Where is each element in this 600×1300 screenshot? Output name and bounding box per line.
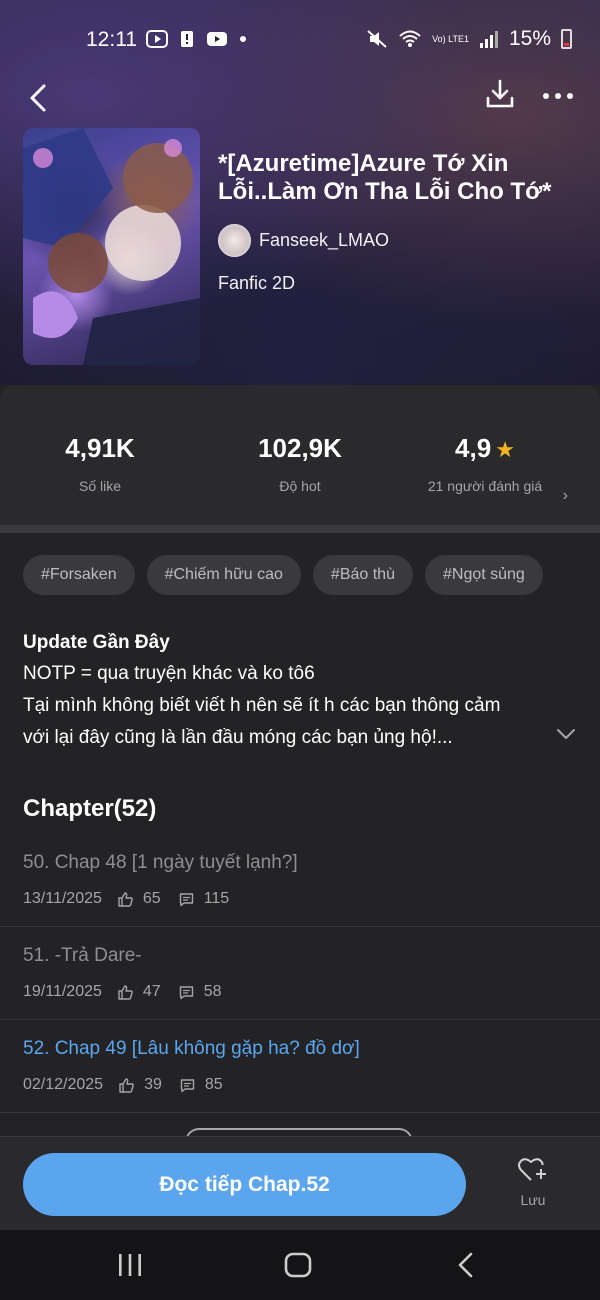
recent-update[interactable]: Update Gần Đây NOTP = qua truyện khác và… bbox=[23, 632, 563, 750]
status-bar: 12:11 Vo) LTE1 15% bbox=[0, 0, 600, 78]
book-genre: Fanfic 2D bbox=[218, 273, 296, 293]
back-button[interactable] bbox=[20, 80, 56, 116]
chapter-title: 52. Chap 49 [Lâu không gặp ha? đồ dơ] bbox=[23, 1038, 360, 1059]
rating-value: 4,9 bbox=[455, 433, 492, 463]
rating-label: 21 người đánh giá bbox=[427, 478, 543, 494]
chapter-date: 19/11/2025 bbox=[23, 983, 102, 1000]
youtube-icon bbox=[207, 32, 227, 46]
star-icon: ★ bbox=[495, 437, 515, 462]
comment-icon bbox=[180, 1078, 195, 1092]
save-button[interactable]: Lưu bbox=[508, 1157, 558, 1217]
chapter-date: 02/12/2025 bbox=[23, 1076, 104, 1093]
download-button[interactable] bbox=[484, 78, 520, 114]
stat-hot: 102,9K Độ hot bbox=[200, 433, 400, 495]
comment-icon bbox=[179, 892, 193, 906]
book-title: *[Azuretime]Azure Tớ Xin Lỗi..Làm Ơn Tha… bbox=[218, 150, 552, 205]
chapter-item[interactable]: 52. Chap 49 [Lâu không gặp ha? đồ dơ] 02… bbox=[0, 1020, 600, 1113]
network-label: Vo) LTE1 bbox=[432, 33, 469, 44]
dot-icon bbox=[240, 36, 246, 42]
bottom-action-bar: Đọc tiếp Chap.52 Lưu bbox=[0, 1136, 600, 1230]
chapter-title: 51. -Trả Dare- bbox=[23, 945, 142, 966]
continue-reading-button[interactable]: Đọc tiếp Chap.52 bbox=[23, 1153, 466, 1216]
top-bar bbox=[0, 78, 600, 118]
system-status: Vo) LTE1 15% bbox=[366, 27, 572, 51]
media-player-icon bbox=[146, 30, 168, 48]
chapter-likes: 65 bbox=[142, 890, 161, 907]
chevron-down-icon[interactable] bbox=[556, 726, 576, 742]
mute-icon bbox=[367, 30, 387, 48]
tag-chip[interactable]: #Báo thù bbox=[312, 555, 413, 595]
tag-chip[interactable]: #Forsaken bbox=[23, 555, 135, 595]
recent-apps-icon bbox=[119, 1254, 141, 1276]
stat-likes: 4,91K Số like bbox=[0, 433, 200, 495]
hot-label: Độ hot bbox=[279, 478, 321, 494]
author-avatar[interactable] bbox=[218, 224, 251, 257]
chapter-meta: 19/11/2025 47 58 bbox=[23, 983, 221, 1001]
chapter-comments: 58 bbox=[203, 983, 222, 1000]
tag-chip[interactable]: #Chiếm hữu cao bbox=[146, 555, 301, 595]
chapters-header: Chapter(52) bbox=[23, 795, 157, 822]
wifi-icon bbox=[399, 30, 421, 47]
more-options-button[interactable] bbox=[540, 78, 576, 114]
thumbs-up-icon bbox=[118, 891, 133, 907]
chapter-item[interactable]: 51. -Trả Dare- 19/11/2025 47 58 bbox=[0, 927, 600, 1020]
update-line: NOTP = qua truyện khác và ko tô6 bbox=[23, 663, 315, 684]
battery-icon bbox=[561, 29, 572, 49]
stats-panel: 4,91K Số like 102,9K Độ hot 4,9 ★ 21 ngườ… bbox=[0, 385, 600, 525]
chapter-item[interactable]: 50. Chap 48 [1 ngày tuyết lạnh?] 13/11/2… bbox=[0, 834, 600, 927]
likes-value: 4,91K bbox=[65, 433, 135, 463]
tag-chip[interactable]: #Ngọt sủng bbox=[424, 555, 543, 595]
likes-label: Số like bbox=[78, 478, 122, 494]
chapter-title: 50. Chap 48 [1 ngày tuyết lạnh?] bbox=[23, 852, 298, 873]
book-cover-image[interactable] bbox=[23, 128, 200, 365]
chapter-likes: 47 bbox=[142, 983, 161, 1000]
thumbs-up-icon bbox=[119, 1077, 134, 1093]
battery-percent: 15% bbox=[508, 27, 551, 50]
chapter-meta: 02/12/2025 39 85 bbox=[23, 1076, 223, 1094]
status-time: 12:11 bbox=[86, 28, 137, 51]
chapter-likes: 39 bbox=[144, 1076, 162, 1093]
download-icon bbox=[486, 79, 514, 108]
nav-back-icon bbox=[458, 1252, 473, 1278]
hot-value: 102,9K bbox=[258, 433, 342, 463]
heart-plus-icon bbox=[518, 1158, 546, 1181]
home-button[interactable] bbox=[278, 1250, 318, 1280]
chapter-meta: 13/11/2025 65 115 bbox=[23, 890, 229, 908]
tag-list: #Forsaken #Chiếm hữu cao #Báo thù #Ngọt … bbox=[23, 555, 543, 595]
alert-icon bbox=[181, 31, 193, 47]
book-info: *[Azuretime]Azure Tớ Xin Lỗi..Làm Ơn Tha… bbox=[218, 150, 578, 294]
chapter-date: 13/11/2025 bbox=[23, 890, 102, 907]
chevron-right-icon[interactable]: › bbox=[563, 487, 568, 505]
stat-rating[interactable]: 4,9 ★ 21 người đánh giá bbox=[385, 433, 585, 495]
chapter-comments: 115 bbox=[203, 890, 230, 907]
nav-back-button[interactable] bbox=[446, 1250, 486, 1280]
chevron-left-icon bbox=[30, 84, 46, 112]
cover-illustration bbox=[23, 128, 200, 365]
signal-icon bbox=[479, 31, 498, 48]
notification-icons bbox=[146, 30, 258, 48]
update-line: Tại mình không biết viết h nên sẽ ít h c… bbox=[23, 695, 501, 716]
more-dots-icon bbox=[543, 93, 573, 99]
chapter-comments: 85 bbox=[204, 1076, 223, 1093]
recent-apps-button[interactable] bbox=[110, 1250, 150, 1280]
comment-icon bbox=[179, 985, 193, 999]
save-label: Lưu bbox=[520, 1192, 546, 1208]
thumbs-up-icon bbox=[118, 984, 133, 1000]
author-row[interactable]: Fanseek_LMAO bbox=[218, 224, 578, 257]
home-icon bbox=[284, 1252, 312, 1278]
system-nav-bar bbox=[0, 1230, 600, 1300]
update-line: với lại đây cũng là lần đầu móng các bạn… bbox=[23, 727, 453, 748]
update-title: Update Gần Đây bbox=[23, 632, 170, 653]
author-name[interactable]: Fanseek_LMAO bbox=[259, 230, 389, 251]
